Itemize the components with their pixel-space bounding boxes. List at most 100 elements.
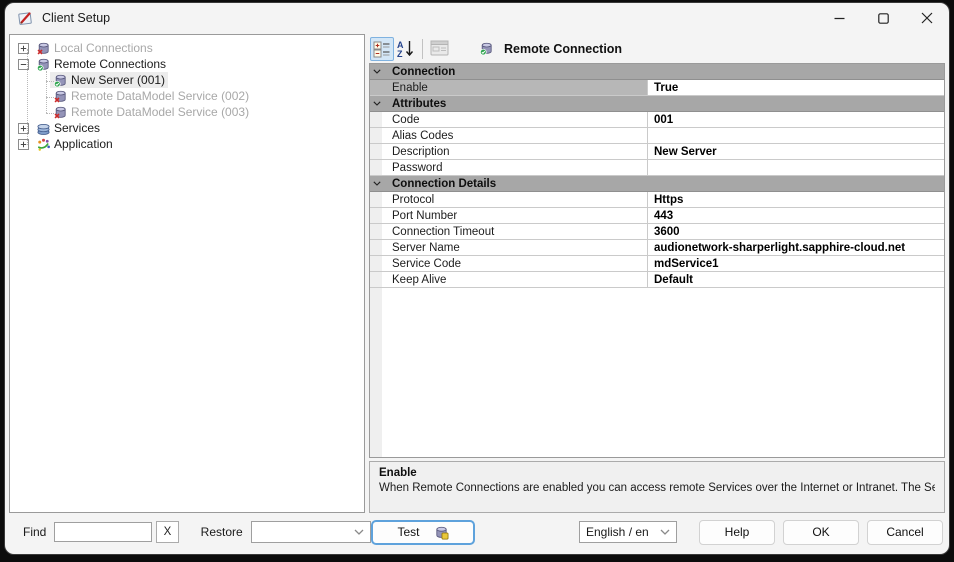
tree-item-new-server-001[interactable]: New Server (001) bbox=[10, 72, 364, 88]
expand-icon[interactable] bbox=[18, 43, 29, 54]
description-title: Enable bbox=[379, 466, 935, 481]
property-label[interactable]: Connection Timeout bbox=[382, 224, 648, 239]
property-label[interactable]: Protocol bbox=[382, 192, 648, 207]
tree-item-label: Remote DataModel Service (002) bbox=[71, 89, 249, 103]
property-row-password[interactable]: Password bbox=[370, 160, 944, 176]
property-value[interactable]: New Server bbox=[648, 144, 944, 159]
property-row-keep-alive[interactable]: Keep AliveDefault bbox=[370, 272, 944, 288]
cancel-button[interactable]: Cancel bbox=[867, 520, 943, 545]
description-text: When Remote Connections are enabled you … bbox=[379, 481, 935, 496]
db-ok-icon bbox=[36, 57, 51, 72]
db-save-icon bbox=[434, 525, 449, 540]
property-label[interactable]: Port Number bbox=[382, 208, 648, 223]
tree-item-content: Application bbox=[33, 136, 116, 152]
property-label[interactable]: Description bbox=[382, 144, 648, 159]
category-title: Attributes bbox=[383, 98, 446, 110]
tree-item-local-connections[interactable]: Local Connections bbox=[10, 40, 364, 56]
property-row-description[interactable]: DescriptionNew Server bbox=[370, 144, 944, 160]
chevron-down-icon bbox=[660, 529, 670, 535]
property-label[interactable]: Keep Alive bbox=[382, 272, 648, 287]
alphabetical-sort-button[interactable]: A Z bbox=[394, 37, 418, 61]
property-row-connection-timeout[interactable]: Connection Timeout3600 bbox=[370, 224, 944, 240]
right-panel: A Z Remote Connection bbox=[369, 34, 945, 513]
expand-icon[interactable] bbox=[18, 139, 29, 150]
property-row-alias-codes[interactable]: Alias Codes bbox=[370, 128, 944, 144]
property-label[interactable]: Alias Codes bbox=[382, 128, 648, 143]
property-value[interactable]: 443 bbox=[648, 208, 944, 223]
category-title: Connection bbox=[383, 66, 455, 78]
collapse-chevron-icon[interactable] bbox=[370, 69, 383, 74]
remote-connection-icon bbox=[479, 41, 495, 57]
help-button[interactable]: Help bbox=[699, 520, 775, 545]
collapse-chevron-icon[interactable] bbox=[370, 181, 383, 186]
language-dropdown[interactable]: English / en bbox=[579, 521, 677, 543]
alphabetical-sort-icon: A Z bbox=[396, 39, 416, 59]
property-row-service-code[interactable]: Service CodemdService1 bbox=[370, 256, 944, 272]
property-value[interactable]: True bbox=[648, 80, 944, 95]
property-row-server-name[interactable]: Server Nameaudionetwork-sharperlight.sap… bbox=[370, 240, 944, 256]
tree-item-label: Services bbox=[54, 121, 100, 135]
collapse-chevron-icon[interactable] bbox=[370, 101, 383, 106]
property-value[interactable]: 001 bbox=[648, 112, 944, 127]
chevron-down-icon bbox=[354, 529, 364, 535]
test-button[interactable]: Test bbox=[371, 520, 475, 545]
tree-item-remote-datamodel-service-003[interactable]: Remote DataModel Service (003) bbox=[10, 104, 364, 120]
property-pages-icon bbox=[430, 40, 449, 57]
row-gutter bbox=[370, 208, 382, 223]
maximize-icon bbox=[878, 13, 889, 24]
property-value[interactable]: Https bbox=[648, 192, 944, 207]
footer-right: Test English / en Help OK Cancel bbox=[371, 520, 943, 545]
toolbar-separator bbox=[422, 39, 423, 59]
property-value[interactable]: Default bbox=[648, 272, 944, 287]
minimize-button[interactable] bbox=[817, 3, 861, 33]
tree-item-services[interactable]: Services bbox=[10, 120, 364, 136]
restore-dropdown[interactable] bbox=[251, 521, 371, 543]
property-value[interactable]: audionetwork-sharperlight.sapphire-cloud… bbox=[648, 240, 944, 255]
property-label[interactable]: Password bbox=[382, 160, 648, 175]
property-row-enable[interactable]: EnableTrue bbox=[370, 80, 944, 96]
property-row-code[interactable]: Code001 bbox=[370, 112, 944, 128]
find-input[interactable] bbox=[54, 522, 152, 542]
property-label[interactable]: Code bbox=[382, 112, 648, 127]
svg-text:Z: Z bbox=[397, 49, 403, 59]
property-row-port-number[interactable]: Port Number443 bbox=[370, 208, 944, 224]
row-gutter bbox=[370, 240, 382, 255]
property-pages-button[interactable] bbox=[427, 37, 451, 61]
window-controls bbox=[817, 3, 949, 33]
tree-item-content: New Server (001) bbox=[50, 72, 168, 88]
row-gutter bbox=[370, 144, 382, 159]
tree-item-content: Remote DataModel Service (003) bbox=[50, 104, 252, 120]
property-row-protocol[interactable]: ProtocolHttps bbox=[370, 192, 944, 208]
footer: Find X Restore Test bbox=[5, 513, 949, 554]
clear-find-button[interactable]: X bbox=[156, 521, 178, 543]
language-value: English / en bbox=[586, 525, 649, 539]
property-label[interactable]: Server Name bbox=[382, 240, 648, 255]
property-value[interactable]: mdService1 bbox=[648, 256, 944, 271]
tree-item-content: Services bbox=[33, 120, 103, 136]
property-value[interactable] bbox=[648, 160, 944, 175]
category-header-connection[interactable]: Connection bbox=[370, 64, 944, 80]
category-title: Connection Details bbox=[383, 178, 496, 190]
tree-item-label: Local Connections bbox=[54, 41, 153, 55]
tree-item-content: Remote Connections bbox=[33, 56, 169, 72]
property-value[interactable] bbox=[648, 128, 944, 143]
tree-item-remote-datamodel-service-002[interactable]: Remote DataModel Service (002) bbox=[10, 88, 364, 104]
category-header-connection-details[interactable]: Connection Details bbox=[370, 176, 944, 192]
window-title: Client Setup bbox=[42, 11, 110, 25]
ok-button[interactable]: OK bbox=[783, 520, 859, 545]
expand-icon[interactable] bbox=[18, 123, 29, 134]
db-ok-icon bbox=[53, 73, 68, 88]
description-panel: Enable When Remote Connections are enabl… bbox=[369, 461, 945, 513]
property-value[interactable]: 3600 bbox=[648, 224, 944, 239]
maximize-button[interactable] bbox=[861, 3, 905, 33]
tree-item-application[interactable]: Application bbox=[10, 136, 364, 152]
category-header-attributes[interactable]: Attributes bbox=[370, 96, 944, 112]
property-label[interactable]: Service Code bbox=[382, 256, 648, 271]
tree-item-remote-connections[interactable]: Remote Connections bbox=[10, 56, 364, 72]
close-button[interactable] bbox=[905, 3, 949, 33]
collapse-icon[interactable] bbox=[18, 59, 29, 70]
property-label[interactable]: Enable bbox=[382, 80, 648, 95]
property-grid: Connection EnableTrue Attributes Code001Ali… bbox=[369, 63, 945, 458]
titlebar: Client Setup bbox=[5, 3, 949, 33]
categorized-button[interactable] bbox=[370, 37, 394, 61]
